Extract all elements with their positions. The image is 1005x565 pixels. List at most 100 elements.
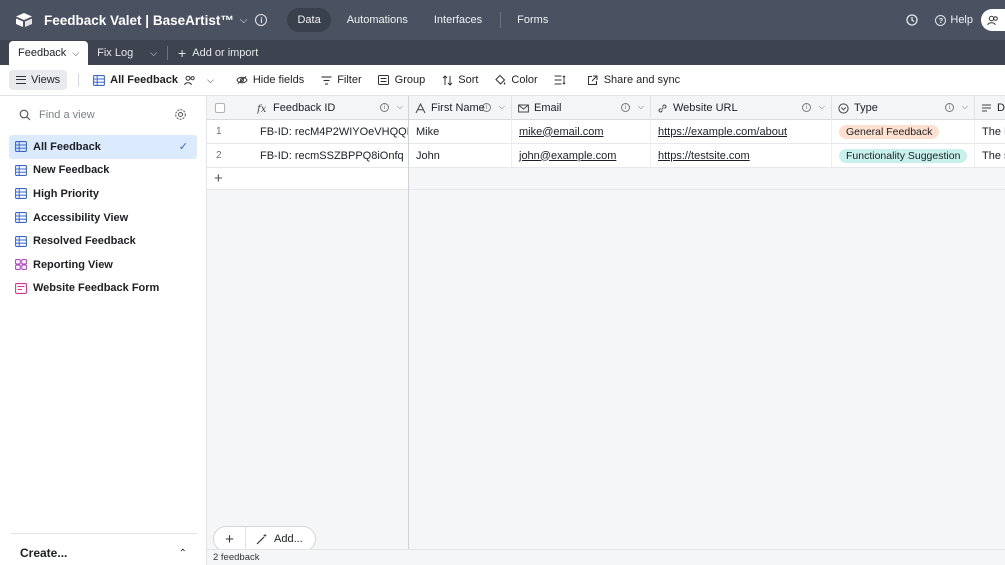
menu-icon bbox=[16, 76, 26, 84]
info-icon[interactable]: i bbox=[380, 103, 389, 112]
column-label: Type bbox=[854, 102, 878, 114]
nav-data[interactable]: Data bbox=[287, 8, 331, 32]
magic-wand-icon bbox=[256, 533, 267, 545]
column-header-description[interactable]: De bbox=[975, 96, 1005, 120]
view-list: All Feedback ✓ New Feedback High Priority Ac… bbox=[9, 135, 197, 300]
chevron-up-icon[interactable]: ⌃ bbox=[179, 548, 187, 559]
base-logo-icon[interactable] bbox=[14, 10, 34, 30]
column-header-feedback-id[interactable]: fx Feedback ID i ⌵ bbox=[251, 96, 409, 120]
sort-label: Sort bbox=[458, 74, 479, 86]
email-cell[interactable]: mike@email.com bbox=[512, 120, 651, 143]
views-toggle-button[interactable]: Views bbox=[9, 70, 68, 90]
create-view-section[interactable]: Create... ⌃ bbox=[11, 533, 197, 560]
plus-icon: + bbox=[178, 45, 187, 61]
views-sidebar: All Feedback ✓ New Feedback High Priority Ac… bbox=[0, 96, 207, 565]
more-tables-chevron-icon[interactable]: ⌵ bbox=[142, 41, 165, 65]
column-label: Website URL bbox=[673, 102, 738, 114]
share-collaborators-button[interactable] bbox=[981, 9, 1005, 31]
column-header-email[interactable]: Email i ⌵ bbox=[512, 96, 651, 120]
chevron-down-icon[interactable]: ⌵ bbox=[819, 102, 825, 112]
website-link[interactable]: https://example.com/about bbox=[658, 126, 787, 138]
filter-button[interactable]: Filter bbox=[320, 74, 362, 86]
first-name-cell[interactable]: John bbox=[409, 144, 512, 167]
group-label: Group bbox=[394, 74, 426, 86]
info-icon[interactable]: i bbox=[255, 14, 268, 26]
view-toolbar: Views All Feedback ⌵ Hide fields Filter … bbox=[0, 65, 1005, 96]
info-icon[interactable]: i bbox=[945, 103, 954, 112]
top-nav: Data Automations Interfaces Forms bbox=[287, 8, 564, 32]
add-or-import-button[interactable]: + Add or import bbox=[172, 41, 264, 65]
chevron-down-icon[interactable]: ⌵ bbox=[397, 102, 403, 112]
sidebar-view-label: Accessibility View bbox=[33, 211, 129, 224]
info-icon[interactable]: i bbox=[621, 103, 630, 112]
column-header-first-name[interactable]: First Name i ⌵ bbox=[409, 96, 512, 120]
sidebar-view-label: New Feedback bbox=[33, 164, 110, 177]
chevron-down-icon[interactable]: ⌵ bbox=[962, 102, 968, 112]
chevron-down-icon[interactable]: ⌵ bbox=[207, 75, 214, 86]
description-cell[interactable]: The s bbox=[975, 144, 1005, 167]
website-link[interactable]: https://testsite.com bbox=[658, 150, 750, 162]
form-view-icon bbox=[15, 282, 27, 294]
chevron-down-icon[interactable]: ⌵ bbox=[240, 15, 248, 26]
nav-interfaces[interactable]: Interfaces bbox=[424, 8, 492, 32]
sidebar-view-label: Website Feedback Form bbox=[33, 282, 160, 295]
info-icon[interactable]: i bbox=[802, 103, 811, 112]
current-view-button[interactable]: All Feedback bbox=[93, 74, 201, 86]
nav-forms[interactable]: Forms bbox=[507, 8, 558, 32]
select-all-checkbox[interactable] bbox=[215, 103, 225, 113]
row-height-button[interactable] bbox=[554, 74, 571, 86]
type-cell[interactable]: General Feedback bbox=[832, 120, 975, 143]
frozen-column-divider[interactable] bbox=[408, 96, 409, 565]
description-cell[interactable]: The H bbox=[975, 120, 1005, 143]
email-link[interactable]: john@example.com bbox=[519, 150, 616, 162]
group-button[interactable]: Group bbox=[378, 74, 426, 86]
tab-label: Feedback bbox=[18, 47, 67, 59]
filter-label: Filter bbox=[337, 74, 362, 86]
sidebar-view-item[interactable]: Accessibility View bbox=[9, 206, 197, 230]
website-url-cell[interactable]: https://testsite.com bbox=[651, 144, 832, 167]
chevron-down-icon[interactable]: ⌵ bbox=[499, 102, 505, 112]
sidebar-view-item[interactable]: All Feedback ✓ bbox=[9, 135, 197, 159]
add-with-ai-button[interactable]: Add... bbox=[246, 527, 315, 551]
help-label: Help bbox=[950, 14, 973, 26]
nav-automations[interactable]: Automations bbox=[337, 8, 418, 32]
hide-fields-button[interactable]: Hide fields bbox=[236, 74, 304, 86]
tab-feedback[interactable]: Feedback ⌵ bbox=[9, 41, 89, 65]
sort-button[interactable]: Sort bbox=[441, 74, 478, 86]
table-row[interactable]: 2 FB-ID: recmSSZBPPQ8iOnfq John john@exa… bbox=[207, 144, 1005, 168]
type-cell[interactable]: Functionality Suggestion bbox=[832, 144, 975, 167]
feedback-id-cell[interactable]: FB-ID: recM4P2WIYOeVHQQD bbox=[251, 120, 409, 143]
add-record-row[interactable]: + bbox=[207, 168, 409, 190]
tab-fix-log[interactable]: Fix Log bbox=[88, 41, 142, 65]
feedback-id-cell[interactable]: FB-ID: recmSSZBPPQ8iOnfq bbox=[251, 144, 409, 167]
sidebar-view-item[interactable]: Reporting View bbox=[9, 253, 197, 277]
email-link[interactable]: mike@email.com bbox=[519, 126, 604, 138]
table-row[interactable]: 1 FB-ID: recM4P2WIYOeVHQQD Mike mike@ema… bbox=[207, 120, 1005, 144]
color-button[interactable]: Color bbox=[494, 74, 538, 86]
collaborators-icon bbox=[184, 74, 196, 86]
column-header-type[interactable]: Type i ⌵ bbox=[832, 96, 975, 120]
help-button[interactable]: ? Help bbox=[935, 14, 973, 26]
add-record-button[interactable]: + bbox=[214, 527, 246, 551]
base-title[interactable]: Feedback Valet | BaseArtist™ bbox=[44, 13, 234, 28]
current-view-label: All Feedback bbox=[110, 74, 179, 86]
sidebar-view-item[interactable]: Resolved Feedback bbox=[9, 229, 197, 253]
sidebar-view-item[interactable]: New Feedback bbox=[9, 159, 197, 183]
website-url-cell[interactable]: https://example.com/about bbox=[651, 120, 832, 143]
info-icon[interactable]: i bbox=[482, 103, 491, 112]
email-cell[interactable]: john@example.com bbox=[512, 144, 651, 167]
column-label: Email bbox=[534, 102, 562, 114]
nav-divider bbox=[500, 12, 502, 28]
chevron-down-icon[interactable]: ⌵ bbox=[72, 48, 79, 59]
find-view-input[interactable] bbox=[39, 109, 159, 121]
history-icon[interactable] bbox=[905, 13, 919, 27]
column-header-website-url[interactable]: Website URL i ⌵ bbox=[651, 96, 832, 120]
sidebar-view-item[interactable]: Website Feedback Form bbox=[9, 277, 197, 301]
sidebar-view-item[interactable]: High Priority bbox=[9, 182, 197, 206]
share-and-sync-button[interactable]: Share and sync bbox=[587, 74, 680, 86]
gear-icon[interactable] bbox=[174, 108, 187, 121]
first-name-cell[interactable]: Mike bbox=[409, 120, 512, 143]
select-all-cell[interactable] bbox=[207, 96, 251, 120]
table-tabs: Feedback ⌵ Fix Log ⌵ + Add or import bbox=[0, 40, 1005, 65]
chevron-down-icon[interactable]: ⌵ bbox=[638, 102, 644, 112]
